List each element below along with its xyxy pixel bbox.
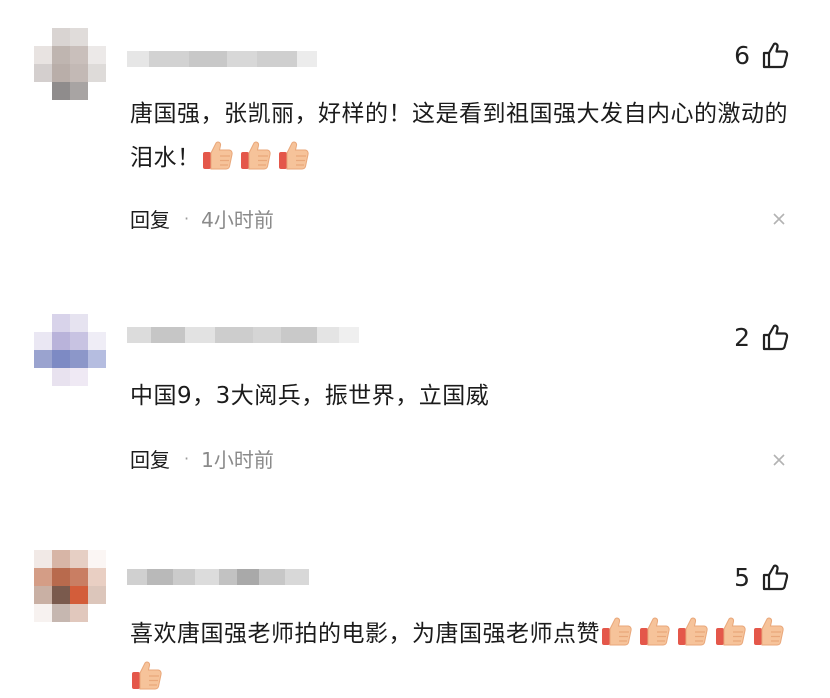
timestamp: 4小时前 [201, 208, 274, 232]
username[interactable] [127, 562, 309, 592]
timestamp: 1小时前 [201, 448, 274, 472]
emoji-group [201, 141, 315, 171]
comment-text: 喜欢唐国强老师拍的电影，为唐国强老师点赞 [130, 612, 790, 698]
avatar[interactable] [34, 314, 106, 386]
meta-separator: · [184, 209, 190, 228]
close-icon[interactable] [772, 453, 786, 467]
like-button[interactable]: 2 [734, 322, 790, 352]
like-count: 5 [734, 562, 750, 592]
reply-button[interactable]: 回复 [130, 204, 170, 233]
thumbs-up-emoji-icon [277, 138, 311, 172]
comment-item: 6 唐国强，张凯丽，好样的！这是看到祖国强大发自内心的激动的泪水！ 回复 · 4… [0, 0, 830, 260]
thumbs-up-outline-icon [762, 42, 789, 69]
comment-text: 唐国强，张凯丽，好样的！这是看到祖国强大发自内心的激动的泪水！ [130, 92, 790, 180]
thumbs-up-emoji-icon [239, 138, 273, 172]
close-icon[interactable] [772, 212, 786, 226]
thumbs-up-emoji-icon [638, 614, 672, 648]
meta-separator: · [184, 449, 190, 468]
like-count: 6 [734, 40, 750, 70]
comment-meta: 回复 · 4小时前 [130, 204, 274, 233]
comment-meta: 回复 · 1小时前 [130, 444, 274, 473]
thumbs-up-emoji-icon [130, 658, 164, 692]
comment-item: 5 喜欢唐国强老师拍的电影，为唐国强老师点赞 [0, 530, 830, 698]
like-count: 2 [734, 322, 750, 352]
avatar[interactable] [34, 550, 106, 622]
avatar[interactable] [34, 28, 106, 100]
username[interactable] [127, 320, 359, 350]
thumbs-up-emoji-icon [752, 614, 786, 648]
like-button[interactable]: 5 [734, 562, 790, 592]
like-button[interactable]: 6 [734, 40, 790, 70]
thumbs-up-emoji-icon [600, 614, 634, 648]
comment-item: 2 中国9，3大阅兵，振世界，立国威 回复 · 1小时前 [0, 260, 830, 530]
comment-body: 喜欢唐国强老师拍的电影，为唐国强老师点赞 [130, 621, 600, 647]
thumbs-up-emoji-icon [201, 138, 235, 172]
thumbs-up-outline-icon [762, 564, 789, 591]
comment-text: 中国9，3大阅兵，振世界，立国威 [130, 374, 790, 418]
comment-body: 中国9，3大阅兵，振世界，立国威 [130, 383, 490, 409]
thumbs-up-emoji-icon [714, 614, 748, 648]
username[interactable] [127, 44, 317, 74]
thumbs-up-outline-icon [762, 324, 789, 351]
reply-button[interactable]: 回复 [130, 444, 170, 473]
thumbs-up-emoji-icon [676, 614, 710, 648]
